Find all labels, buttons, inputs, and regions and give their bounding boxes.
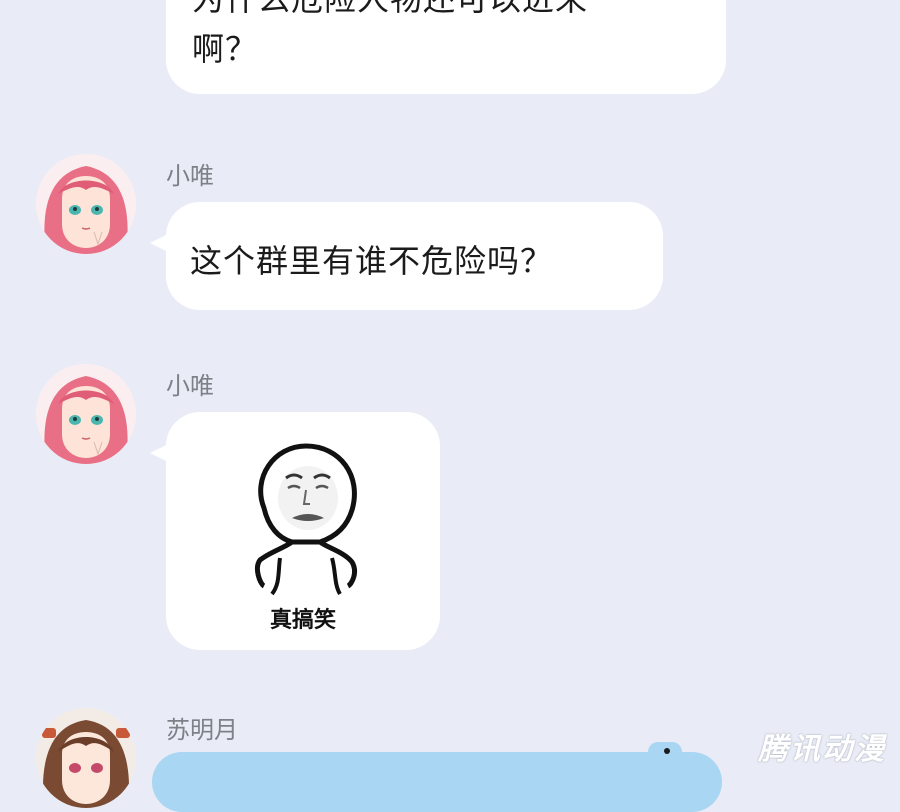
sender-name-xiaowei-2: 小唯: [166, 372, 214, 400]
sticker-caption: 真搞笑: [269, 608, 336, 633]
pink-hair-girl-avatar-icon: [36, 364, 136, 464]
message-bubble-2: 这个群里有谁不危险吗？: [150, 202, 663, 310]
pink-hair-girl-avatar-icon: [36, 154, 136, 254]
sticker-bubble[interactable]: 真搞笑: [150, 412, 440, 650]
sender-name-sumingyue: 苏明月: [166, 716, 238, 744]
message-bubble-blue-partial: [152, 742, 722, 812]
message-bubble-1: 为什么危险人物还可以进来 啊？: [166, 0, 726, 94]
message-text-line-2: 啊？: [192, 30, 259, 68]
bubble-decoration-dot: [664, 748, 670, 754]
meme-face-sticker-icon: [255, 443, 357, 596]
brown-hair-girl-avatar-icon: [36, 708, 136, 808]
sender-name-xiaowei-1: 小唯: [166, 162, 214, 190]
avatar-sumingyue[interactable]: [36, 708, 136, 808]
watermark-logo: 腾讯动漫: [758, 732, 886, 767]
avatar-xiaowei-1[interactable]: [36, 154, 136, 254]
avatar-xiaowei-2[interactable]: [36, 364, 136, 464]
message-text: 这个群里有谁不危险吗？: [190, 242, 554, 280]
message-text-line-1: 为什么危险人物还可以进来: [192, 0, 588, 20]
